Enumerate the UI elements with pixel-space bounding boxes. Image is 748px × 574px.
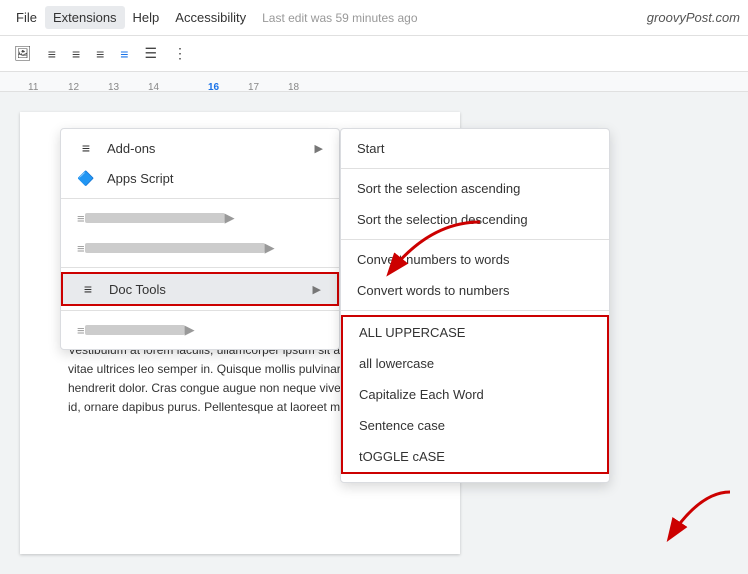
menu-extensions[interactable]: Extensions — [45, 6, 125, 29]
addons-arrow: ▶ — [315, 142, 323, 155]
menu-file[interactable]: File — [8, 6, 45, 29]
toolbar-align-center[interactable]: ≡ — [66, 43, 86, 65]
ruler-mark-11: 11 — [28, 82, 38, 93]
doc-tools-icon: ≡ — [79, 281, 97, 297]
blurred-item-1[interactable]: ≡ ▶ — [61, 203, 339, 233]
blurred-item-2[interactable]: ≡ ▶ — [61, 233, 339, 263]
site-brand: groovyPost.com — [647, 10, 740, 25]
doc-tools-label: Doc Tools — [109, 282, 166, 297]
addons-label: Add-ons — [107, 141, 155, 156]
ruler-mark-17: 17 — [248, 82, 259, 93]
submenu-start[interactable]: Start — [341, 133, 609, 164]
doc-tools-arrow: ▶ — [313, 283, 321, 296]
separator-3 — [61, 310, 339, 311]
case-toggle[interactable]: tOGGLE cASE — [343, 441, 607, 472]
toolbar-align-right[interactable]: ≡ — [90, 43, 110, 65]
last-edit-label: Last edit was 59 minutes ago — [262, 11, 417, 25]
blurred-arrow-2: ▶ — [265, 240, 275, 256]
doctools-submenu: Start Sort the selection ascending Sort … — [340, 128, 610, 483]
case-uppercase[interactable]: ALL UPPERCASE — [343, 317, 607, 348]
toolbar-align-justify[interactable]: ≡ — [114, 43, 134, 65]
case-lowercase[interactable]: all lowercase — [343, 348, 607, 379]
case-sentence[interactable]: Sentence case — [343, 410, 607, 441]
toolbar-align-left[interactable]: ≡ — [42, 43, 62, 65]
toolbar-more[interactable]: ⋮ — [167, 42, 193, 65]
menu-apps-script[interactable]: 🔷 Apps Script — [61, 163, 339, 194]
menu-help[interactable]: Help — [125, 6, 168, 29]
submenu-sort-desc[interactable]: Sort the selection descending — [341, 204, 609, 235]
content-area: porta non lectus. Maecenas a enim nec od… — [0, 92, 748, 574]
submenu-convert-numbers[interactable]: Convert words to numbers — [341, 275, 609, 306]
ruler-mark-13: 13 — [108, 82, 119, 93]
ruler-mark-18: 18 — [288, 82, 299, 93]
menu-addons[interactable]: ≡ Add-ons ▶ — [61, 133, 339, 163]
ruler-mark-12: 12 — [68, 82, 79, 93]
submenu-convert-words[interactable]: Convert numbers to words — [341, 244, 609, 275]
separator-2 — [61, 267, 339, 268]
toolbar-line-spacing[interactable]: ☰ — [138, 42, 163, 65]
blurred-item-3[interactable]: ≡ ▶ — [61, 315, 339, 345]
addons-icon: ≡ — [77, 140, 95, 156]
apps-script-label: Apps Script — [107, 171, 173, 186]
extensions-menu: ≡ Add-ons ▶ 🔷 Apps Script ≡ ▶ ≡ ▶ ≡ Doc … — [60, 128, 340, 350]
separator-1 — [61, 198, 339, 199]
toolbar: 🖼 ≡ ≡ ≡ ≡ ☰ ⋮ — [0, 36, 748, 72]
blurred-icon-2: ≡ — [77, 241, 85, 256]
apps-script-icon: 🔷 — [77, 170, 95, 187]
menu-accessibility[interactable]: Accessibility — [167, 6, 254, 29]
submenu-sep-2 — [341, 239, 609, 240]
menubar: File Extensions Help Accessibility Last … — [0, 0, 748, 36]
submenu-sep-1 — [341, 168, 609, 169]
blurred-arrow-1: ▶ — [225, 210, 235, 226]
case-section: ALL UPPERCASE all lowercase Capitalize E… — [341, 315, 609, 474]
menu-doc-tools[interactable]: ≡ Doc Tools ▶ — [61, 272, 339, 306]
blurred-text-3 — [85, 325, 185, 335]
blurred-text-1 — [85, 213, 225, 223]
blurred-arrow-3: ▶ — [185, 322, 195, 338]
blurred-icon-1: ≡ — [77, 211, 85, 226]
ruler-mark-16: 16 — [208, 82, 219, 93]
blurred-text-2 — [85, 243, 265, 253]
blurred-icon-3: ≡ — [77, 323, 85, 338]
case-capitalize[interactable]: Capitalize Each Word — [343, 379, 607, 410]
submenu-sort-asc[interactable]: Sort the selection ascending — [341, 173, 609, 204]
submenu-sep-3 — [341, 310, 609, 311]
ruler-mark-14: 14 — [148, 82, 159, 93]
ruler: 11 12 13 14 16 17 18 — [0, 72, 748, 92]
toolbar-image-btn[interactable]: 🖼 — [8, 42, 38, 65]
